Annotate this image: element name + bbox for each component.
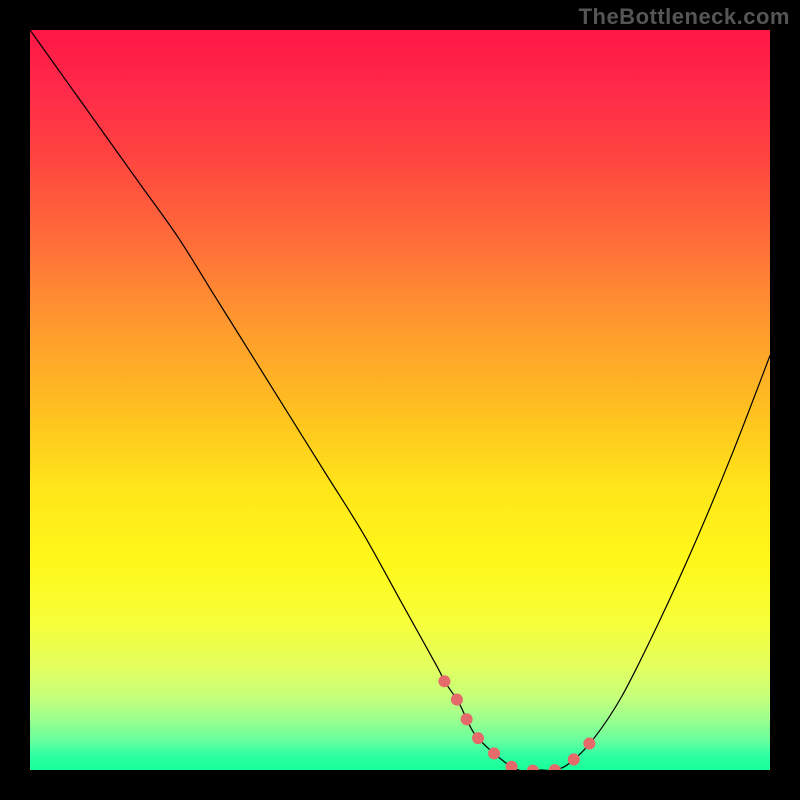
plot-area bbox=[30, 30, 770, 770]
highlight-segment bbox=[444, 681, 592, 770]
bottleneck-curve bbox=[30, 30, 770, 770]
chart-frame: TheBottleneck.com bbox=[0, 0, 800, 800]
watermark-text: TheBottleneck.com bbox=[579, 4, 790, 30]
curve-svg bbox=[30, 30, 770, 770]
